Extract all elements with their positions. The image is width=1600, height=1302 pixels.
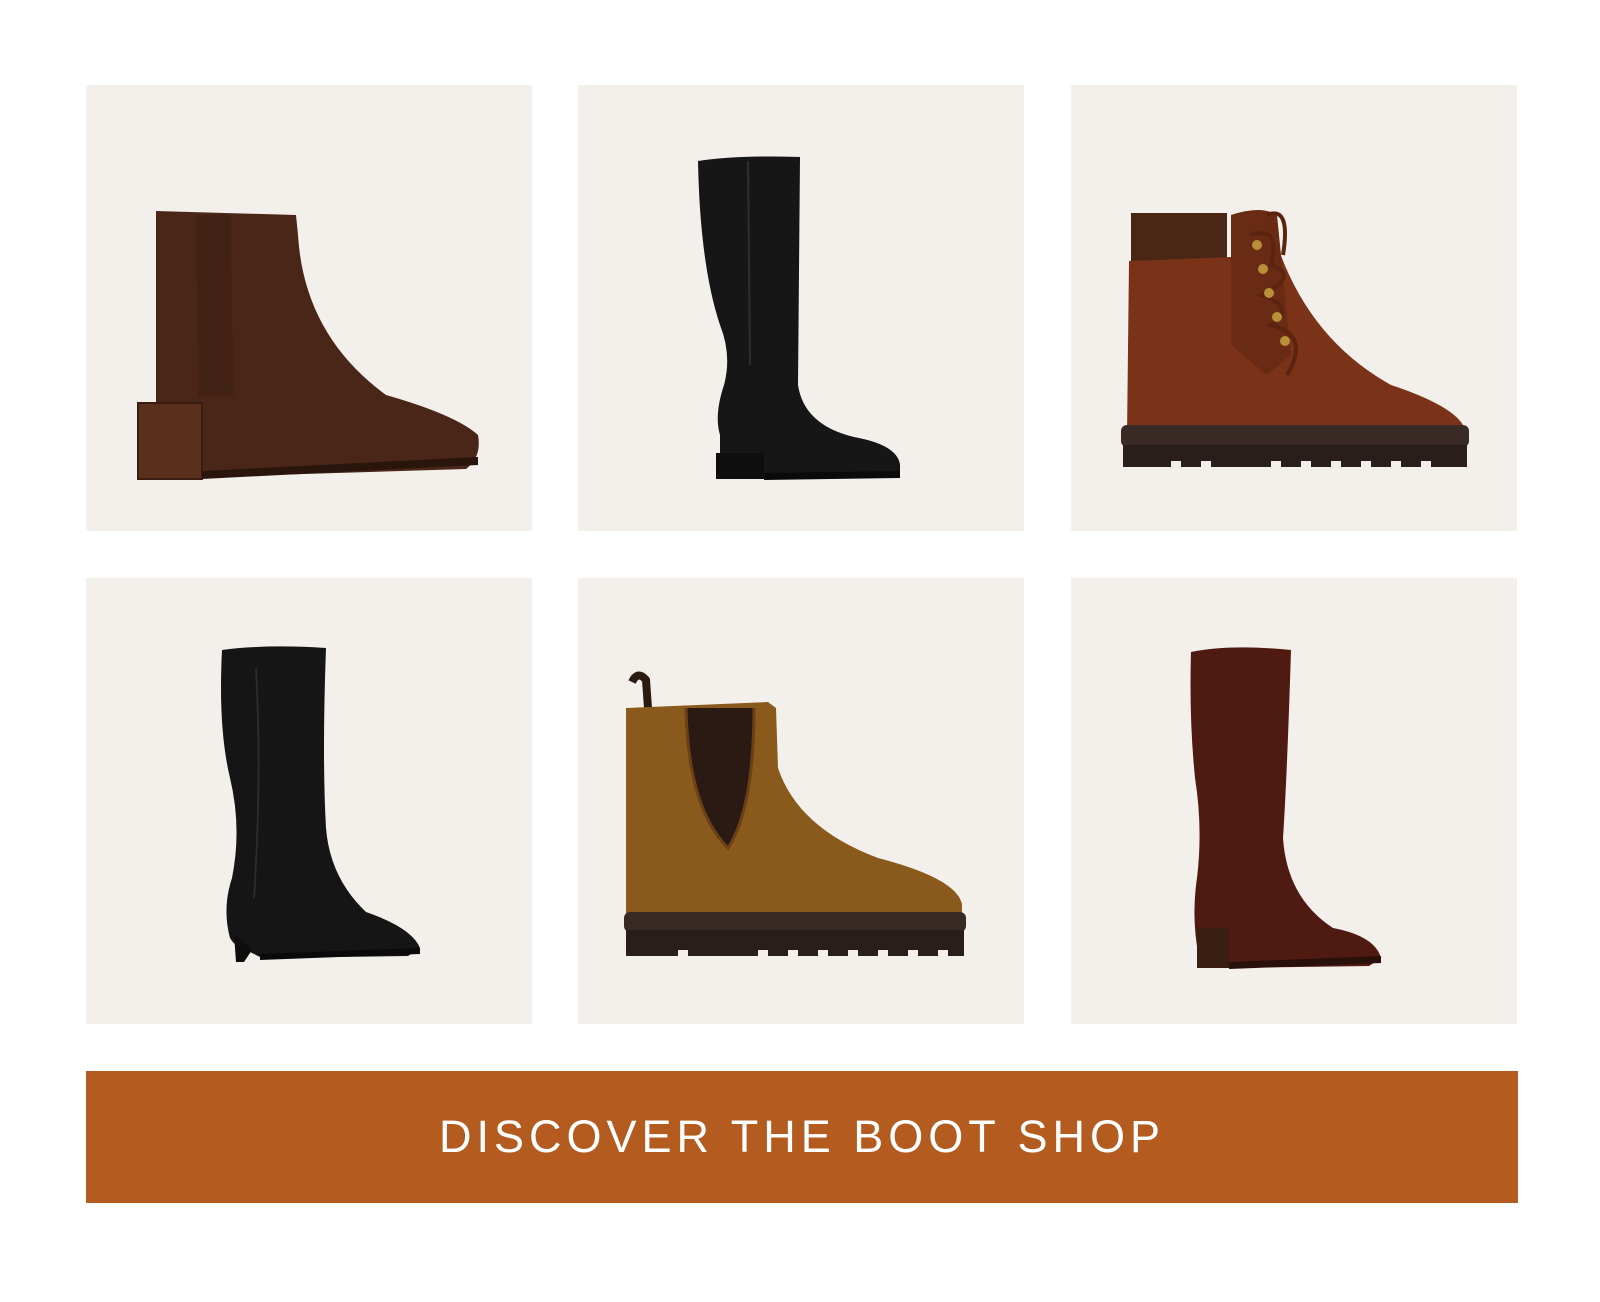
- product-tile-hiker-boot[interactable]: [1071, 85, 1517, 531]
- ankle-boot-icon: [137, 211, 479, 480]
- product-tile-knee-high-boot[interactable]: [1071, 578, 1517, 1024]
- product-tile-ankle-boot[interactable]: [86, 85, 532, 531]
- product-tile-kitten-heel-boot[interactable]: [86, 578, 532, 1024]
- kitten-heel-boot-icon: [221, 646, 420, 962]
- hiker-boot-icon: [1121, 210, 1469, 469]
- chelsea-boot-icon: [624, 671, 966, 958]
- riding-boot-icon: [698, 156, 900, 480]
- discover-boot-shop-button[interactable]: DISCOVER THE BOOT SHOP: [86, 1071, 1518, 1203]
- product-tile-chelsea-boot[interactable]: [578, 578, 1024, 1024]
- knee-high-boot-icon: [1190, 647, 1381, 969]
- product-tile-riding-boot[interactable]: [578, 85, 1024, 531]
